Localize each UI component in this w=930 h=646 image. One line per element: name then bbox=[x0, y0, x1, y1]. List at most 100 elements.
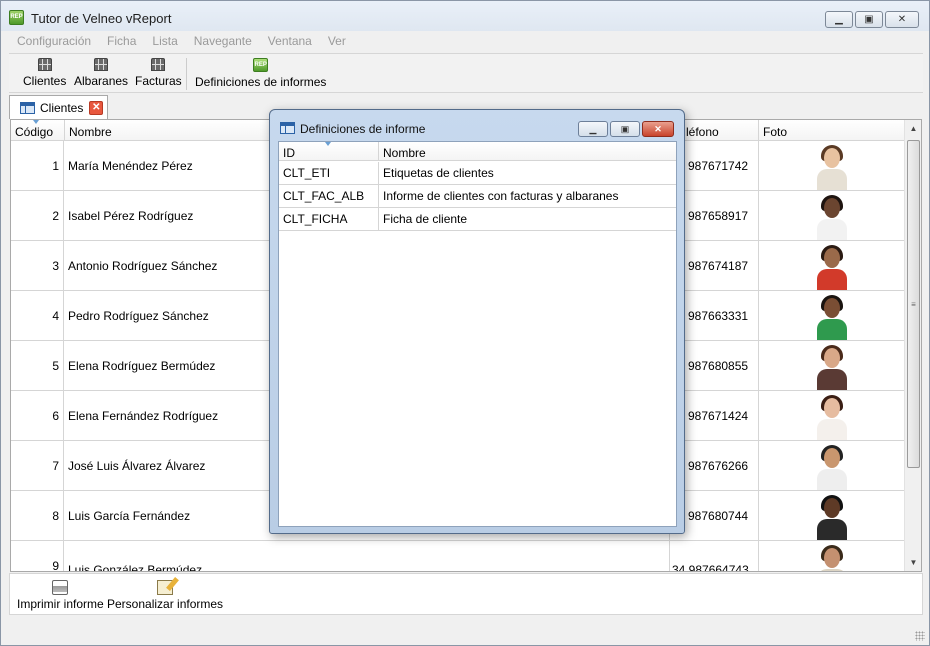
cell-nombre: Luis García Fernández bbox=[68, 509, 191, 523]
client-photo bbox=[811, 192, 852, 240]
menu-bar: Configuración Ficha Lista Navegante Vent… bbox=[9, 33, 354, 51]
cell-nombre: Isabel Pérez Rodríguez bbox=[68, 209, 194, 223]
cell-foto bbox=[759, 141, 904, 191]
vertical-scrollbar[interactable]: ▲ ≡ ▼ bbox=[904, 120, 921, 571]
minimize-icon: ▁ bbox=[589, 124, 597, 134]
table-icon bbox=[20, 101, 35, 114]
client-photo bbox=[811, 342, 852, 390]
cell-nombre: Pedro Rodríguez Sánchez bbox=[68, 309, 209, 323]
cell-codigo: 4 bbox=[11, 291, 64, 341]
client-photo bbox=[811, 292, 852, 340]
minimize-button[interactable]: ▁ bbox=[825, 11, 853, 28]
cell-codigo: 5 bbox=[11, 341, 64, 391]
clientes-button[interactable]: Clientes bbox=[23, 58, 66, 88]
cell-nombre: Antonio Rodríguez Sánchez bbox=[68, 259, 218, 273]
cell-nombre: María Menéndez Pérez bbox=[68, 159, 193, 173]
cell-codigo: 9 bbox=[11, 541, 64, 571]
definiciones-button[interactable]: REP Definiciones de informes bbox=[195, 58, 326, 89]
scroll-down-icon[interactable]: ▼ bbox=[905, 554, 921, 571]
dialog-maximize-button[interactable]: ▣ bbox=[610, 121, 640, 137]
cell-id: CLT_FICHA bbox=[279, 208, 379, 231]
col-id[interactable]: ID bbox=[279, 142, 379, 161]
close-icon: ✕ bbox=[654, 124, 662, 134]
col-foto[interactable]: Foto bbox=[759, 120, 904, 141]
cell-foto bbox=[759, 391, 904, 441]
col-codigo-label: Código bbox=[15, 125, 54, 139]
col-nombre-label: Nombre bbox=[69, 125, 112, 139]
cell-foto bbox=[759, 291, 904, 341]
list-item[interactable]: CLT_ETI Etiquetas de clientes bbox=[279, 162, 676, 185]
menu-ficha[interactable]: Ficha bbox=[99, 33, 144, 51]
col-id-label: ID bbox=[283, 146, 295, 160]
cell-codigo: 2 bbox=[11, 191, 64, 241]
sort-indicator-icon bbox=[33, 120, 39, 124]
dialog-close-button[interactable]: ✕ bbox=[642, 121, 674, 137]
cell-foto bbox=[759, 541, 904, 571]
close-icon: ✕ bbox=[897, 14, 907, 25]
definiciones-label: Definiciones de informes bbox=[195, 75, 327, 89]
sort-indicator-icon bbox=[325, 142, 331, 146]
clientes-label: Clientes bbox=[23, 74, 67, 88]
client-photo bbox=[811, 442, 852, 490]
toolbar-divider bbox=[186, 58, 187, 90]
col-foto-label: Foto bbox=[763, 125, 788, 139]
albaranes-button[interactable]: Albaranes bbox=[74, 58, 128, 88]
menu-configuracion[interactable]: Configuración bbox=[9, 33, 99, 51]
cell-telefono: 34 987664743 bbox=[669, 541, 759, 571]
bottom-toolbar: Imprimir informe Personalizar informes bbox=[9, 573, 923, 615]
personalizar-informes-button[interactable]: Personalizar informes bbox=[107, 580, 223, 611]
cell-id: CLT_ETI bbox=[279, 162, 379, 185]
cell-foto bbox=[759, 491, 904, 541]
menu-navegante[interactable]: Navegante bbox=[186, 33, 260, 51]
app-icon: REP bbox=[9, 10, 24, 25]
scrollbar-thumb[interactable]: ≡ bbox=[907, 140, 920, 468]
edit-report-icon bbox=[157, 580, 174, 595]
menu-ventana[interactable]: Ventana bbox=[260, 33, 320, 51]
title-bar[interactable]: REP Tutor de Velneo vReport ▁ ▣ ✕ bbox=[1, 1, 929, 33]
cell-nombre: Luis González Bermúdez bbox=[68, 563, 203, 572]
cell-foto bbox=[759, 241, 904, 291]
client-photo bbox=[811, 392, 852, 440]
dialog-table-header: ID Nombre bbox=[279, 142, 676, 161]
toolbar: Clientes Albaranes Facturas REP Definici… bbox=[9, 53, 923, 93]
client-photo bbox=[811, 542, 852, 571]
main-window: REP Tutor de Velneo vReport ▁ ▣ ✕ Config… bbox=[0, 0, 930, 646]
cell-nombre: Etiquetas de clientes bbox=[383, 166, 494, 180]
minimize-icon: ▁ bbox=[835, 14, 843, 25]
col-codigo[interactable]: Código bbox=[11, 120, 65, 141]
facturas-button[interactable]: Facturas bbox=[135, 58, 182, 88]
table-icon bbox=[280, 122, 295, 134]
menu-ver[interactable]: Ver bbox=[320, 33, 354, 51]
cell-codigo: 3 bbox=[11, 241, 64, 291]
maximize-icon: ▣ bbox=[620, 124, 630, 134]
resize-grip-icon[interactable] bbox=[915, 631, 925, 641]
grid-icon bbox=[151, 58, 166, 71]
menu-lista[interactable]: Lista bbox=[144, 33, 185, 51]
scroll-up-icon[interactable]: ▲ bbox=[905, 120, 921, 137]
cell-foto bbox=[759, 441, 904, 491]
table-row[interactable]: 9 Luis González Bermúdez 34 987664743 bbox=[11, 541, 904, 572]
col-nombre-label: Nombre bbox=[383, 146, 426, 160]
personalizar-label: Personalizar informes bbox=[107, 597, 224, 611]
maximize-icon: ▣ bbox=[864, 14, 874, 25]
cell-foto bbox=[759, 191, 904, 241]
tab-close-icon[interactable]: ✕ bbox=[89, 100, 104, 115]
report-icon: REP bbox=[253, 58, 269, 72]
dialog-minimize-button[interactable]: ▁ bbox=[578, 121, 608, 137]
cell-nombre: Elena Rodríguez Bermúdez bbox=[68, 359, 216, 373]
col-nombre[interactable]: Nombre bbox=[379, 142, 676, 161]
tab-clientes[interactable]: Clientes ✕ bbox=[9, 95, 108, 119]
cell-codigo: 8 bbox=[11, 491, 64, 541]
dialog-title[interactable]: Definiciones de informe bbox=[300, 122, 425, 136]
close-button[interactable]: ✕ bbox=[885, 11, 919, 28]
cell-foto bbox=[759, 341, 904, 391]
list-item[interactable]: CLT_FICHA Ficha de cliente bbox=[279, 208, 676, 231]
grid-icon bbox=[94, 58, 109, 71]
client-photo bbox=[811, 242, 852, 290]
imprimir-informe-button[interactable]: Imprimir informe bbox=[17, 580, 104, 611]
definiciones-table: ID Nombre CLT_ETI Etiquetas de clientes … bbox=[278, 141, 677, 527]
list-item[interactable]: CLT_FAC_ALB Informe de clientes con fact… bbox=[279, 185, 676, 208]
client-photo bbox=[811, 142, 852, 190]
maximize-button[interactable]: ▣ bbox=[855, 11, 883, 28]
cell-codigo: 6 bbox=[11, 391, 64, 441]
